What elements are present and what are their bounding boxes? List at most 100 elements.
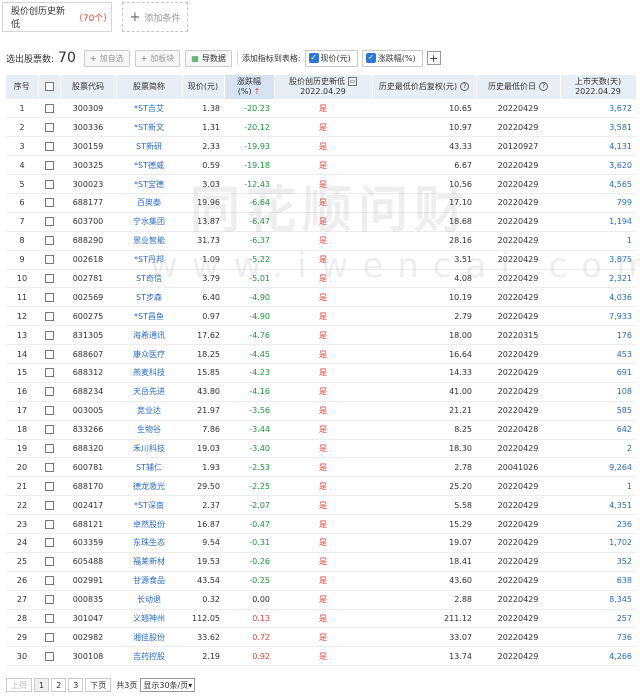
- listed-days[interactable]: 4,351: [560, 496, 636, 515]
- stock-name-link[interactable]: 景业智能: [116, 231, 182, 250]
- listed-days[interactable]: 9,264: [560, 458, 636, 477]
- listed-days[interactable]: 3,672: [560, 99, 636, 118]
- stock-name-link[interactable]: ST奇信: [116, 269, 182, 288]
- indicator-checkbox-change[interactable]: ✓ 涨跌幅(%): [361, 49, 423, 67]
- checkbox-icon[interactable]: [44, 576, 54, 586]
- help-icon[interactable]: ?: [460, 82, 470, 91]
- col-header-new-low[interactable]: 股价创历史新低 ▭ 2022.04.29: [274, 75, 373, 99]
- col-header-listed-days[interactable]: 上市天数(天) 2022.04.29: [560, 75, 637, 99]
- stock-name-link[interactable]: 百奥泰: [116, 193, 182, 212]
- table-row[interactable]: 29 002982 湘佳股份 33.62 0.72 是 33.07 20220429 736: [6, 628, 636, 647]
- row-checkbox[interactable]: [38, 175, 60, 194]
- table-row[interactable]: 18 833266 生物谷 7.86 -3.44 是 8.25 20220428 642: [6, 420, 636, 440]
- page-button-1[interactable]: 1: [34, 678, 50, 692]
- stock-name-link[interactable]: *ST深南: [116, 496, 182, 515]
- checkbox-icon[interactable]: [44, 273, 54, 283]
- row-checkbox[interactable]: [38, 533, 60, 552]
- listed-days[interactable]: 2,321: [560, 269, 636, 288]
- col-header-code[interactable]: 股票代码: [60, 75, 117, 99]
- indicator-checkbox-price[interactable]: ✓ 现价(元): [304, 49, 358, 67]
- row-checkbox[interactable]: [38, 193, 60, 212]
- page-button-2[interactable]: 2: [51, 678, 67, 692]
- checkbox-icon[interactable]: [44, 217, 54, 227]
- row-checkbox[interactable]: [38, 231, 60, 250]
- checkbox-icon[interactable]: [44, 406, 54, 416]
- listed-days[interactable]: 4,266: [560, 647, 636, 666]
- stock-name-link[interactable]: 东珠生态: [116, 533, 182, 552]
- row-checkbox[interactable]: [38, 326, 60, 345]
- stock-name-link[interactable]: 竞业达: [116, 401, 182, 420]
- listed-days[interactable]: 691: [560, 363, 636, 382]
- row-checkbox[interactable]: [38, 99, 60, 118]
- checkbox-icon[interactable]: [44, 368, 54, 378]
- table-row[interactable]: 8 688290 景业智能 31.73 -6.37 是 28.16 20220429 1: [6, 231, 636, 251]
- checkbox-icon[interactable]: [44, 122, 54, 132]
- stock-name-link[interactable]: 甘源食品: [116, 571, 182, 590]
- stock-name-link[interactable]: 德龙激光: [116, 477, 182, 496]
- checkbox-icon[interactable]: [44, 179, 54, 189]
- col-header-hist-low-date[interactable]: 历史最低价日?: [476, 75, 561, 99]
- listed-days[interactable]: 257: [560, 609, 636, 628]
- table-row[interactable]: 14 688607 康众医疗 18.25 -4.45 是 16.64 20220429 453: [6, 345, 636, 364]
- checkbox-icon[interactable]: [44, 255, 54, 265]
- row-checkbox[interactable]: [38, 515, 60, 534]
- stock-name-link[interactable]: *ST吉艾: [116, 99, 182, 118]
- page-size-select[interactable]: 显示30条/页 ▾: [140, 678, 196, 692]
- checkbox-icon[interactable]: [44, 632, 54, 642]
- table-row[interactable]: 16 688234 天岳先进 43.80 -4.16 是 41.00 20220429 108: [6, 382, 636, 402]
- col-header-name[interactable]: 股票简称: [116, 75, 183, 99]
- add-watchlist-button[interactable]: + 加自选: [83, 49, 130, 67]
- stock-name-link[interactable]: *ST丹邦: [116, 250, 182, 269]
- listed-days[interactable]: 236: [560, 515, 636, 534]
- row-checkbox[interactable]: [38, 156, 60, 175]
- help-icon[interactable]: ?: [539, 82, 548, 91]
- row-checkbox[interactable]: [38, 363, 60, 382]
- row-checkbox[interactable]: [38, 288, 60, 307]
- checkbox-icon[interactable]: [44, 349, 54, 359]
- checkbox-icon[interactable]: [44, 557, 54, 567]
- stock-name-link[interactable]: *ST德威: [116, 156, 182, 175]
- table-row[interactable]: 20 600781 ST辅仁 1.93 -2.53 是 2.78 20041026 9,264: [6, 458, 636, 477]
- table-row[interactable]: 13 831305 海希通讯 17.62 -4.76 是 18.00 20220315 176: [6, 326, 636, 345]
- table-row[interactable]: 6 688177 百奥泰 19.96 -6.64 是 17.10 20220429 799: [6, 193, 636, 213]
- table-row[interactable]: 17 003005 竞业达 21.97 -3.56 是 21.21 20220429 585: [6, 401, 636, 421]
- listed-days[interactable]: 176: [560, 326, 636, 345]
- stock-name-link[interactable]: 生物谷: [116, 420, 182, 439]
- select-all-checkbox[interactable]: [44, 82, 54, 91]
- listed-days[interactable]: 4,131: [560, 137, 636, 156]
- stock-name-link[interactable]: 长动退: [116, 590, 182, 609]
- sort-toggle-icon[interactable]: ▭: [348, 77, 357, 86]
- checkbox-icon[interactable]: [44, 103, 54, 113]
- col-header-change[interactable]: 涨跌幅(%) ↑: [224, 75, 275, 99]
- checkbox-icon[interactable]: [44, 595, 54, 605]
- stock-name-link[interactable]: 燕麦科技: [116, 363, 182, 382]
- table-row[interactable]: 15 688312 燕麦科技 15.85 -4.23 是 14.33 20220429 691: [6, 363, 636, 383]
- row-checkbox[interactable]: [38, 250, 60, 269]
- stock-name-link[interactable]: *ST新文: [116, 118, 182, 137]
- prev-page-button[interactable]: 上页: [6, 678, 32, 692]
- next-page-button[interactable]: 下页: [85, 678, 112, 692]
- table-row[interactable]: 26 002991 甘源食品 43.54 -0.25 是 43.60 20220429 638: [6, 571, 636, 591]
- add-block-button[interactable]: + 加板块: [134, 49, 181, 67]
- col-header-price[interactable]: 现价(元): [182, 75, 225, 99]
- table-row[interactable]: 1 300309 *ST吉艾 1.38 -20.23 是 10.65 20220429 3,67…: [6, 99, 636, 118]
- stock-name-link[interactable]: 海希通讯: [116, 326, 182, 345]
- table-row[interactable]: 30 300108 吉药控股 2.19 0.92 是 13.74 20220429 4,266: [6, 647, 636, 666]
- table-row[interactable]: 23 688121 卓然股份 16.87 -0.47 是 15.29 20220429 236: [6, 515, 636, 534]
- col-header-hist-low[interactable]: 历史最低价后复权(元)?: [372, 75, 477, 99]
- table-row[interactable]: 9 002618 *ST丹邦 1.09 -5.22 是 3.51 20220429 3,875: [6, 250, 636, 270]
- row-checkbox[interactable]: [38, 401, 60, 420]
- stock-name-link[interactable]: 义翘神州: [116, 609, 182, 628]
- row-checkbox[interactable]: [38, 628, 60, 647]
- listed-days[interactable]: 2: [560, 439, 636, 458]
- listed-days[interactable]: 642: [560, 420, 636, 439]
- checkbox-icon[interactable]: [44, 425, 54, 435]
- listed-days[interactable]: 1,194: [560, 212, 636, 231]
- row-checkbox[interactable]: [38, 647, 60, 666]
- listed-days[interactable]: 3,875: [560, 250, 636, 269]
- row-checkbox[interactable]: [38, 137, 60, 156]
- checkbox-icon[interactable]: [44, 481, 54, 491]
- listed-days[interactable]: 799: [560, 193, 636, 212]
- table-row[interactable]: 27 000835 长动退 0.32 0.00 是 2.88 20220429 8,345: [6, 590, 636, 610]
- stock-name-link[interactable]: 宁水集团: [116, 212, 182, 231]
